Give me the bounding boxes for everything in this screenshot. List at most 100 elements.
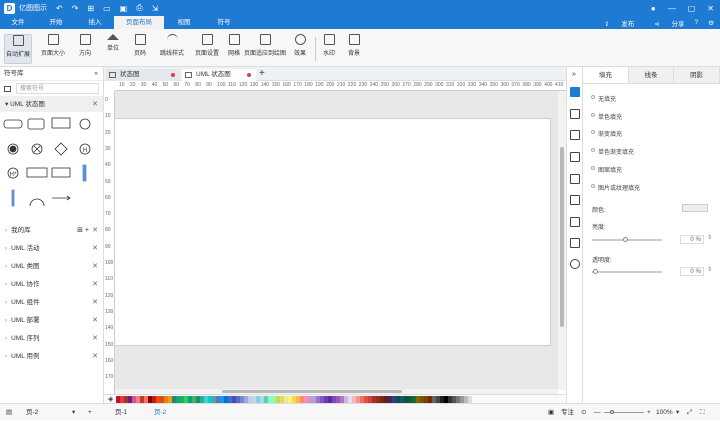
zoom-level[interactable]: 100%: [656, 404, 673, 421]
library-uml-class[interactable]: ›UML 类图✕: [0, 258, 103, 276]
library-uml-activity[interactable]: ›UML 活动✕: [0, 240, 103, 258]
page-list-icon[interactable]: ▤: [6, 404, 12, 421]
redo-icon[interactable]: ↷: [72, 4, 79, 13]
page-setup-button[interactable]: 页面设置: [192, 34, 222, 64]
tab-uml-state-diagram[interactable]: UML 状态图: [182, 69, 256, 81]
tab-state-diagram[interactable]: 状态图: [106, 69, 180, 81]
fill-bucket-icon[interactable]: ◈: [108, 395, 113, 403]
library-uml-sequence[interactable]: ›UML 序列✕: [0, 330, 103, 348]
zoom-slider[interactable]: [604, 412, 644, 413]
share-button[interactable]: ⋖ 分享: [644, 18, 684, 28]
zoom-out-button[interactable]: —: [594, 404, 601, 421]
open-file-icon[interactable]: ▭: [103, 4, 111, 13]
layers-icon[interactable]: [570, 152, 580, 162]
transparency-slider[interactable]: [592, 271, 662, 273]
close-library-icon[interactable]: ✕: [92, 276, 98, 294]
zoom-in-button[interactable]: +: [647, 404, 651, 421]
page-select[interactable]: 页-2: [26, 404, 38, 421]
page-icon[interactable]: [570, 174, 580, 184]
shape-fork-bar[interactable]: [83, 165, 86, 181]
chevron-down-icon[interactable]: ▾: [72, 404, 75, 421]
vertical-scrollbar[interactable]: [558, 91, 566, 390]
fit-icon[interactable]: [570, 217, 580, 227]
data-icon[interactable]: [570, 195, 580, 205]
new-file-icon[interactable]: ⊞: [87, 4, 94, 13]
library-uml-use-case[interactable]: ›UML 用例✕: [0, 348, 103, 366]
page-tab-1[interactable]: 页-1: [115, 404, 127, 421]
menu-insert[interactable]: 插入: [76, 16, 114, 29]
transparency-slider-knob[interactable]: [593, 269, 598, 274]
shape-final-circle[interactable]: [80, 119, 90, 129]
minimize-icon[interactable]: —: [668, 4, 676, 13]
jump-style-button[interactable]: 跳线样式: [157, 34, 187, 64]
page-size-button[interactable]: 页面大小: [38, 34, 68, 64]
tab-line[interactable]: 线条: [629, 67, 675, 83]
shape-state-box[interactable]: [52, 118, 70, 128]
unit-button[interactable]: 单位: [102, 34, 124, 64]
tab-fill[interactable]: 填充: [583, 67, 629, 83]
symbol-search-input[interactable]: 搜索符号: [16, 83, 99, 94]
add-page-button[interactable]: +: [88, 404, 92, 421]
save-icon[interactable]: ▣: [120, 4, 128, 13]
brightness-stepper[interactable]: ⇕: [707, 234, 712, 241]
close-icon[interactable]: ✕: [707, 4, 714, 13]
shape-choice[interactable]: [55, 143, 67, 155]
auto-expand-button[interactable]: 自动扩展: [4, 34, 32, 64]
color-swatch[interactable]: [468, 396, 472, 403]
orientation-button[interactable]: 方向: [73, 34, 97, 64]
presentation-icon[interactable]: [570, 238, 580, 248]
library-uml-component[interactable]: ›UML 组件✕: [0, 294, 103, 312]
close-library-icon[interactable]: ✕: [92, 258, 98, 276]
transparency-stepper[interactable]: ⇕: [707, 266, 712, 273]
shape-self-transition[interactable]: [30, 199, 44, 206]
fullscreen-icon[interactable]: ⛶: [700, 404, 705, 421]
focus-mode-button[interactable]: 专注: [561, 404, 574, 421]
brightness-slider[interactable]: [592, 239, 662, 241]
menu-home[interactable]: 开始: [36, 16, 76, 29]
close-library-icon[interactable]: ✕: [92, 294, 98, 312]
canvas-area[interactable]: [115, 91, 558, 390]
color-picker[interactable]: [682, 204, 708, 212]
library-section-uml-state[interactable]: ▾ UML 状态图 ✕: [0, 97, 103, 112]
expand-panel-icon[interactable]: »: [572, 71, 576, 78]
export-icon[interactable]: ⇲: [152, 4, 159, 13]
maximize-icon[interactable]: ▢: [688, 4, 696, 13]
close-library-icon[interactable]: ✕: [92, 348, 98, 366]
print-icon[interactable]: ⎙: [136, 3, 142, 13]
publish-button[interactable]: ⇪ 发布: [594, 18, 634, 28]
horizontal-scroll-thumb[interactable]: [222, 390, 402, 393]
collapse-panel-icon[interactable]: «: [94, 67, 98, 81]
close-library-icon[interactable]: ✕: [92, 240, 98, 258]
fit-page-to-drawing-button[interactable]: 页面适应到绘图: [244, 34, 286, 64]
undo-icon[interactable]: ↶: [56, 4, 63, 13]
play-icon[interactable]: ⊙: [581, 404, 586, 421]
library-menu-icon[interactable]: [4, 86, 11, 92]
drawing-page[interactable]: [115, 118, 551, 346]
fill-option-pattern[interactable]: 图案填充: [598, 165, 622, 174]
shape-composite-state[interactable]: [28, 119, 44, 129]
fill-option-none[interactable]: 无填充: [598, 94, 616, 103]
zoom-slider-knob[interactable]: [610, 410, 614, 414]
close-library-icon[interactable]: ✕: [92, 330, 98, 348]
shape-join-bar[interactable]: [12, 190, 14, 206]
menu-symbols[interactable]: 符号: [204, 16, 244, 29]
chevron-down-icon[interactable]: ▾: [676, 404, 679, 421]
settings-icon[interactable]: ⚙: [708, 19, 714, 27]
fit-window-icon[interactable]: ⤢: [687, 404, 692, 421]
grid-button[interactable]: 网格: [224, 34, 244, 64]
transparency-input[interactable]: 0%: [680, 267, 704, 276]
close-library-icon[interactable]: ✕: [92, 312, 98, 330]
watermark-button[interactable]: 水印: [318, 34, 340, 64]
menu-view[interactable]: 视图: [164, 16, 204, 29]
fill-option-gradient[interactable]: 渐变填充: [598, 129, 622, 138]
close-library-icon[interactable]: ✕: [92, 97, 98, 112]
focus-icon[interactable]: ▣: [548, 404, 554, 421]
add-library-icon[interactable]: ⊞ +: [77, 222, 89, 240]
page-tab-2[interactable]: 页-2: [154, 404, 166, 421]
add-tab-button[interactable]: +: [259, 67, 265, 81]
fill-icon[interactable]: [570, 87, 580, 97]
menu-file[interactable]: 文件: [0, 16, 36, 29]
image-icon[interactable]: [570, 130, 580, 140]
tab-shadow[interactable]: 阴影: [674, 67, 720, 83]
brightness-input[interactable]: 0%: [680, 235, 704, 244]
